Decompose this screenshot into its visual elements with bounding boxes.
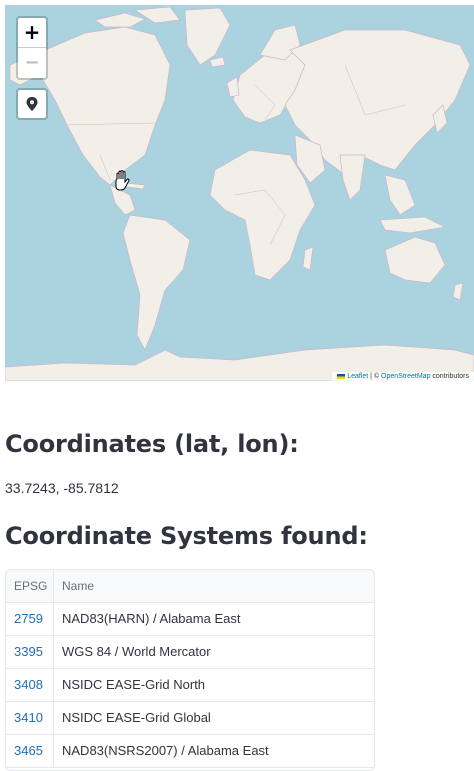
table-row: 3395 WGS 84 / World Mercator [6,636,374,669]
crs-name: WGS 84 / World Mercator [62,644,211,659]
ukraine-flag-icon [337,373,346,379]
table-row: 2759 NAD83(HARN) / Alabama East [6,603,374,636]
world-map-tiles [5,6,474,381]
crs-name: NSIDC EASE-Grid North [62,677,206,692]
hand-grab-icon [115,170,130,191]
locate-button[interactable] [16,88,48,120]
epsg-link[interactable]: 3465 [14,743,43,758]
zoom-out-button[interactable]: − [18,47,46,77]
table-row: 3408 NSIDC EASE-Grid North [6,669,374,702]
crs-name: NAD83(HARN) / Alabama East [62,611,241,626]
openstreetmap-link[interactable]: OpenStreetMap [381,373,430,380]
crs-name: NSIDC EASE-Grid Global [62,710,211,725]
table-row: 3465 NAD83(NSRS2007) / Alabama East [6,735,374,768]
column-header-epsg[interactable]: EPSG [6,570,54,602]
epsg-link[interactable]: 3408 [14,677,43,692]
map-attribution: Leaflet | © OpenStreetMap contributors [332,372,474,381]
coordinates-heading: Coordinates (lat, lon): [5,430,299,458]
coordinate-systems-table: EPSG Name 2759 NAD83(HARN) / Alabama Eas… [5,569,375,771]
epsg-link[interactable]: 3395 [14,644,43,659]
table-header-row: EPSG Name [6,570,374,603]
epsg-link[interactable]: 3410 [14,710,43,725]
table-row: 3410 NSIDC EASE-Grid Global [6,702,374,735]
epsg-link[interactable]: 2759 [14,611,43,626]
zoom-in-button[interactable]: + [18,18,46,47]
zoom-control: + − [16,16,48,80]
column-header-name[interactable]: Name [54,570,374,602]
leaflet-link[interactable]: Leaflet [347,373,368,380]
map-pin-icon [26,97,38,111]
crs-name: NAD83(NSRS2007) / Alabama East [62,743,269,758]
coordinates-value: 33.7243, -85.7812 [5,480,119,496]
coordinate-systems-heading: Coordinate Systems found: [5,522,368,550]
attribution-contributors: contributors [430,373,469,380]
map-view[interactable]: + − Leaflet | © OpenStreetMap contributo… [5,5,474,381]
attribution-separator: | © [368,373,382,380]
